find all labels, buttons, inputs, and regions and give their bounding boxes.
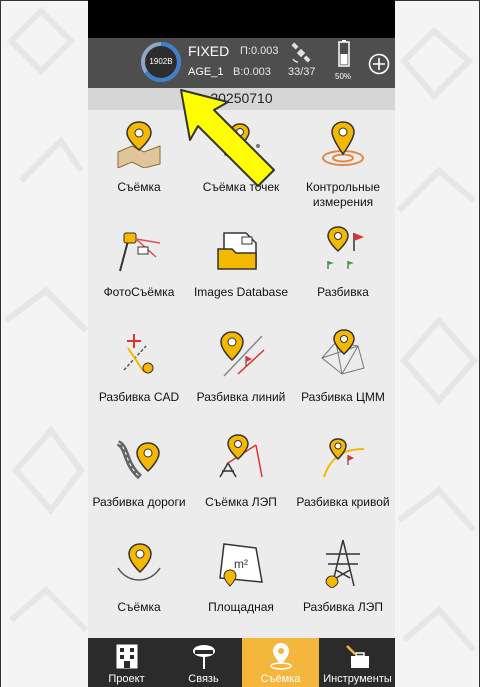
battery-icon <box>338 40 350 67</box>
tile-label: Разбивка <box>317 285 369 299</box>
stakeout-flag-icon <box>327 226 364 269</box>
add-circle-icon[interactable] <box>368 53 390 75</box>
left-background <box>0 0 89 687</box>
nav-label: Связь <box>188 673 219 685</box>
tile-label: Съёмка <box>117 600 161 614</box>
line-pin-icon <box>220 331 265 377</box>
cad-icon <box>123 334 154 374</box>
survey-pin-icon <box>270 643 292 670</box>
power-pin-icon <box>219 434 263 478</box>
tile-label: Разбивка CAD <box>98 390 180 404</box>
tile-images-database[interactable]: Images Database <box>190 215 292 320</box>
nav-connection[interactable]: Связь <box>165 638 242 687</box>
tile-point-survey[interactable]: Съёмка точек <box>190 110 292 215</box>
pylon-icon <box>325 539 360 588</box>
tile-label: Разбивка линий <box>196 390 286 404</box>
road-pin-icon <box>116 440 160 480</box>
tile-label: Images Database <box>193 285 289 299</box>
pin-path-icon <box>117 543 161 581</box>
tile-stakeout[interactable]: Разбивка <box>292 215 394 320</box>
system-bar <box>88 0 395 38</box>
tile-label: Разбивка ЦММ <box>301 390 385 404</box>
nav-survey[interactable]: Съёмка <box>242 638 319 687</box>
tile-label: Съёмка <box>117 180 161 194</box>
svg-text:m²: m² <box>234 557 248 571</box>
nav-tools[interactable]: Инструменты <box>319 638 395 687</box>
tile-survey[interactable]: Съёмка <box>88 110 190 215</box>
tile-road-stakeout[interactable]: Разбивка дороги <box>88 425 190 530</box>
vertical-precision: В:0.003 <box>233 66 271 78</box>
tile-dtm-stakeout[interactable]: Разбивка ЦММ <box>292 320 394 425</box>
phone-screen: 1902B FIXED П:0.003 AGE_1 В:0.003 33/37 … <box>88 0 395 687</box>
base-id: 1902B <box>149 57 173 66</box>
tile-label: Контрольные измерения <box>305 180 381 209</box>
tile-label: Съёмка ЛЭП <box>205 495 277 509</box>
folder-image-icon <box>217 232 257 270</box>
satellite-count: 33/37 <box>288 66 316 78</box>
tile-label: Площадная <box>208 600 274 614</box>
right-background <box>394 0 480 687</box>
tile-area-survey[interactable]: m² Площадная <box>190 530 292 635</box>
tile-power-line-stakeout[interactable]: Разбивка ЛЭП <box>292 530 394 635</box>
project-date-bar: 20250710 <box>88 88 395 110</box>
tile-line-stakeout[interactable]: Разбивка линий <box>190 320 292 425</box>
gnss-status-bar[interactable]: 1902B FIXED П:0.003 AGE_1 В:0.003 33/37 … <box>88 38 395 88</box>
tile-photo-survey[interactable]: ФотоСъёмка <box>88 215 190 320</box>
bottom-navigation: Проект Связь Съёмка Инструменты <box>88 638 395 687</box>
tile-power-line-survey[interactable]: Съёмка ЛЭП <box>190 425 292 530</box>
receiver-icon <box>193 645 215 669</box>
tile-label: Съёмка точек <box>202 180 280 194</box>
fix-status: FIXED <box>188 43 230 59</box>
toolbox-icon <box>346 645 369 668</box>
tile-label: Разбивка кривой <box>296 495 390 509</box>
tile-curve-stakeout[interactable]: Разбивка кривой <box>292 425 394 530</box>
nav-label: Проект <box>108 673 145 685</box>
satellite-icon <box>291 42 311 63</box>
project-date: 20250710 <box>210 90 273 106</box>
target-pin-icon <box>322 121 364 166</box>
nav-project[interactable]: Проект <box>88 638 165 687</box>
nav-label: Съёмка <box>260 673 301 685</box>
tin-mesh-icon <box>321 329 365 375</box>
tile-control-measure[interactable]: Контрольные измерения <box>292 110 394 215</box>
building-icon <box>116 644 138 669</box>
tile-survey-2[interactable]: Съёмка <box>88 530 190 635</box>
horizontal-precision: П:0.003 <box>240 45 279 57</box>
tile-label: ФотоСъёмка <box>103 285 175 299</box>
battery-percent: 50% <box>335 72 352 81</box>
nav-label: Инструменты <box>323 673 392 685</box>
tile-label: Разбивка ЛЭП <box>302 600 384 614</box>
tile-cad-stakeout[interactable]: Разбивка CAD <box>88 320 190 425</box>
correction-age: AGE_1 <box>188 66 224 78</box>
tile-label: Разбивка дороги <box>92 495 186 509</box>
map-pin-icon <box>117 121 161 168</box>
camera-rover-icon <box>119 232 161 272</box>
curve-pin-icon <box>323 438 365 478</box>
area-icon: m² <box>219 543 263 587</box>
points-pin-icon <box>224 123 260 164</box>
